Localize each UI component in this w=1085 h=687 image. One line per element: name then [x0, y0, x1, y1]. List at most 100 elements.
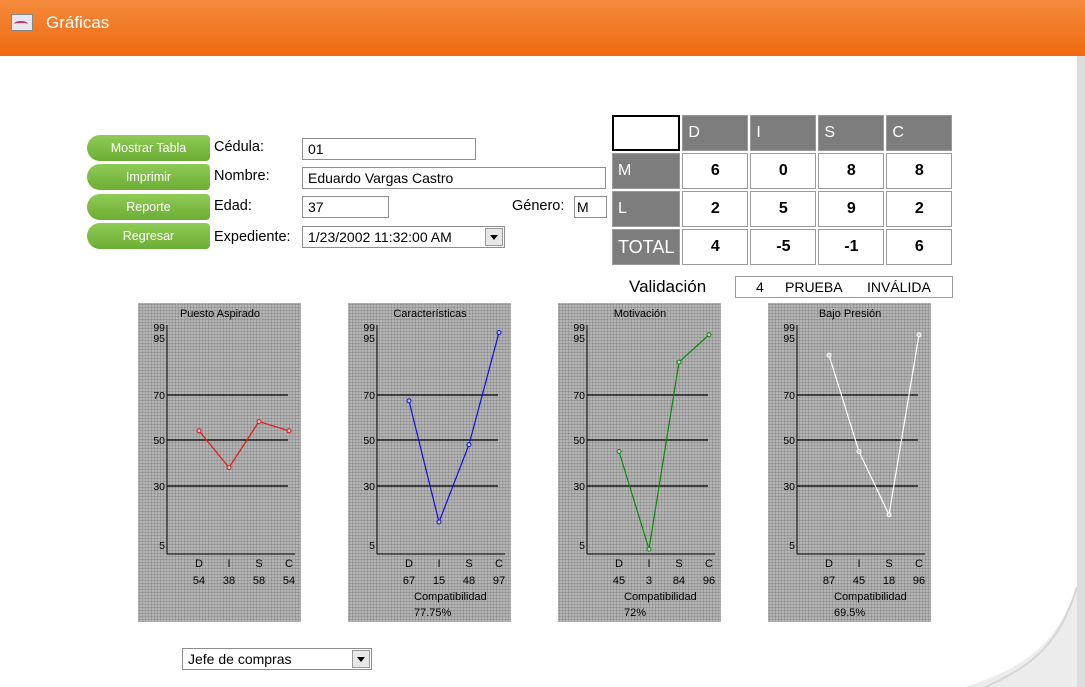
data-label: 15: [433, 575, 445, 587]
x-tick-label: S: [255, 558, 262, 570]
y-tick-label: 95: [363, 333, 375, 345]
back-button[interactable]: Regresar: [87, 223, 210, 249]
x-tick-label: D: [615, 558, 623, 570]
y-tick-label: 50: [153, 435, 165, 447]
y-tick-label: 95: [153, 333, 165, 345]
compatibility-label: Compatibilidad: [834, 591, 907, 603]
y-tick-label: 30: [363, 481, 375, 493]
series-line: [828, 334, 920, 517]
genero-label: Género:: [512, 198, 565, 214]
y-tick-label: 50: [363, 435, 375, 447]
data-label: 87: [823, 575, 835, 587]
compatibility-value: 69.5%: [834, 607, 865, 619]
table-cell: 4: [682, 229, 749, 265]
series-line: [408, 332, 500, 524]
validation-number: 4: [756, 279, 764, 295]
chart-svg: Puesto Aspirado99957050305D54I38S58C54: [153, 308, 295, 587]
x-tick-label: C: [495, 558, 503, 570]
table-cell: 0: [750, 153, 817, 189]
table-row: M 6 0 8 8: [612, 153, 953, 189]
data-point: [436, 519, 442, 525]
compatibility-value: 77.75%: [414, 607, 452, 619]
y-tick-label: 5: [579, 540, 585, 552]
chart-title: Motivación: [614, 308, 667, 320]
table-cell: 2: [886, 191, 953, 227]
table-header-cell: S: [818, 115, 885, 151]
genero-field[interactable]: M: [574, 196, 607, 218]
print-button[interactable]: Imprimir: [87, 164, 210, 190]
chart-title: Características: [393, 308, 467, 320]
data-point: [916, 332, 922, 338]
data-point: [226, 465, 232, 471]
data-point: [706, 332, 712, 338]
page-curl-decoration: [965, 587, 1077, 687]
nombre-field[interactable]: Eduardo Vargas Castro: [302, 167, 606, 189]
data-point: [616, 449, 622, 454]
data-point: [286, 428, 292, 434]
y-tick-label: 50: [573, 435, 585, 447]
report-button[interactable]: Reporte: [87, 194, 210, 220]
x-tick-label: S: [675, 558, 682, 570]
x-tick-label: I: [647, 558, 650, 570]
y-tick-label: 5: [369, 540, 375, 552]
row-label: L: [612, 191, 681, 227]
chart-svg: Motivación99957050305D45I3S84C96Compatib…: [573, 308, 715, 619]
edad-field[interactable]: 37: [302, 196, 389, 218]
table-cell: -5: [750, 229, 817, 265]
data-label: 97: [493, 575, 505, 587]
data-label: 18: [883, 575, 895, 587]
y-tick-label: 5: [789, 540, 795, 552]
chart-title: Puesto Aspirado: [180, 308, 260, 320]
compatibility-label: Compatibilidad: [624, 591, 697, 603]
y-tick-label: 30: [153, 481, 165, 493]
table-cell: 6: [682, 153, 749, 189]
table-header-cell: D: [682, 115, 749, 151]
chart-title: Bajo Presión: [819, 308, 881, 320]
expediente-label: Expediente:: [214, 229, 291, 245]
x-tick-label: C: [705, 558, 713, 570]
y-tick-label: 70: [573, 390, 585, 402]
data-label: 48: [463, 575, 475, 587]
x-tick-label: S: [465, 558, 472, 570]
cedula-field[interactable]: 01: [302, 138, 476, 160]
expediente-value: 1/23/2002 11:32:00 AM: [308, 229, 452, 245]
chevron-down-icon[interactable]: [352, 650, 370, 668]
chart-caracteristicas: Características 99 95 70 50 30 5 D 67 I 15 S 48 C 97 Co…: [348, 303, 511, 622]
x-tick-label: C: [915, 558, 923, 570]
position-select[interactable]: Jefe de compras: [182, 648, 372, 670]
show-table-button[interactable]: Mostrar Tabla: [87, 135, 210, 161]
chart-bajo-presion: Bajo Presión 99 95 70 50 30 5 D 87 I 45 S 18 C 96 Compa…: [768, 303, 931, 622]
y-tick-label: 70: [153, 390, 165, 402]
chart-app-icon: [11, 14, 33, 31]
x-tick-label: C: [285, 558, 293, 570]
title-bar: Gráficas: [0, 0, 1085, 56]
x-tick-label: I: [227, 558, 230, 570]
data-label: 38: [223, 575, 235, 587]
data-point: [466, 442, 472, 448]
y-tick-label: 95: [783, 333, 795, 345]
chart-svg: Características99957050305D67I15S48C97Co…: [363, 308, 505, 619]
data-label: 54: [283, 575, 295, 587]
x-tick-label: I: [437, 558, 440, 570]
y-tick-label: 50: [783, 435, 795, 447]
data-label: 3: [646, 575, 652, 587]
table-cell: 5: [750, 191, 817, 227]
vertical-scrollbar[interactable]: [1077, 56, 1085, 687]
table-row: L 2 5 9 2: [612, 191, 953, 227]
data-label: 96: [703, 575, 715, 587]
data-label: 45: [853, 575, 865, 587]
table-header-row: D I S C: [612, 115, 953, 151]
table-cell: 8: [818, 153, 885, 189]
chevron-down-icon[interactable]: [485, 228, 503, 246]
validation-status-word1: PRUEBA: [785, 279, 843, 295]
expediente-select[interactable]: 1/23/2002 11:32:00 AM: [302, 226, 505, 248]
disc-table: D I S C M 6 0 8 8 L 2 5 9 2 TOTAL 4 -5 -…: [610, 113, 954, 267]
data-point: [826, 352, 832, 358]
table-row: TOTAL 4 -5 -1 6: [612, 229, 953, 265]
data-label: 67: [403, 575, 415, 587]
data-label: 45: [613, 575, 625, 587]
data-point: [676, 359, 682, 365]
x-tick-label: D: [195, 558, 203, 570]
table-cell: 8: [886, 153, 953, 189]
validation-label: Validación: [629, 277, 707, 296]
